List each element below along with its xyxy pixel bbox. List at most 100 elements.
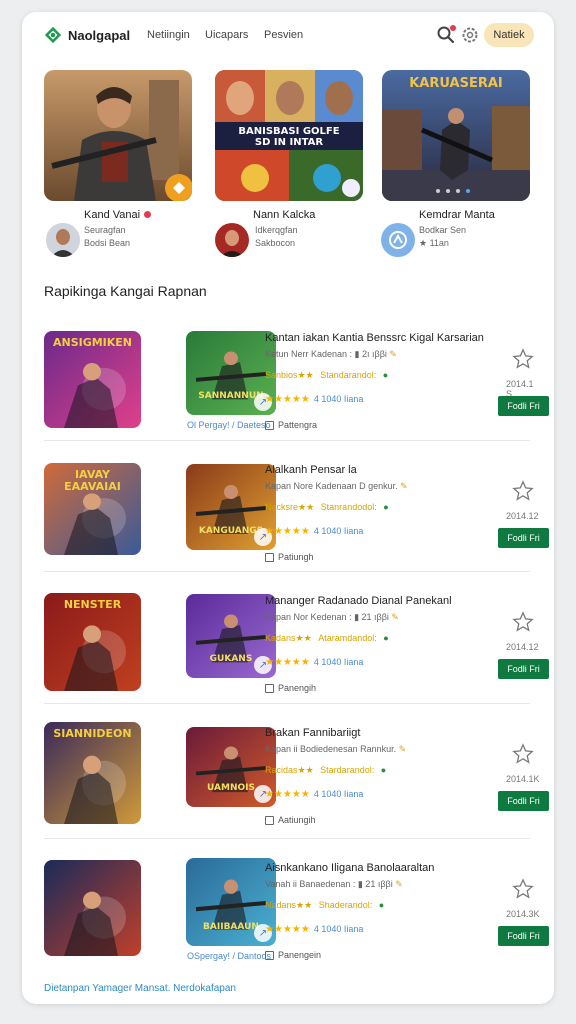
app-meta-text: Kapan Nore Kadenaan D genkur. — [265, 481, 398, 491]
nav-item-1[interactable]: Netiingin — [147, 29, 190, 41]
app-tag-type: Ataramdandol: — [318, 633, 377, 643]
app-row: NENSTER GUKANS ↗ Mananger Radanado Diana… — [44, 579, 549, 709]
featured-card-2-image[interactable]: BANISBASI GOLFE SD IN INTAR — [215, 70, 363, 201]
app-rating: ★★★★★ 4 1040 Iiana — [265, 789, 363, 800]
globe-icon: ● — [383, 502, 389, 512]
app-icon-large[interactable]: IAVAY EAAVAIAI — [44, 463, 141, 555]
globe-icon: ● — [383, 633, 389, 643]
app-title[interactable]: Aisnkankano Iligana Banolaaraltan — [265, 862, 434, 874]
featured-2-meta: Idkerqgfan Sakbocon — [255, 224, 298, 250]
row-divider — [44, 571, 530, 572]
app-tag-category: Kadans★★ — [265, 633, 312, 643]
app-meta-text: Ketun Nerr Kadenan : ▮ 2ı ıββi — [265, 349, 387, 359]
app-tag-type: Standarandol: — [320, 370, 377, 380]
app-title[interactable]: Brakan Fannibariigt — [265, 727, 360, 739]
get-button[interactable]: Fodli Fri — [498, 926, 549, 946]
app-title[interactable]: Alalkanh Pensar la — [265, 464, 357, 476]
favorite-star-icon[interactable] — [512, 480, 534, 502]
rating-count: 4 1040 Iiana — [313, 924, 364, 934]
favorite-star-icon[interactable] — [512, 743, 534, 765]
brand-name: Naolgapal — [68, 27, 131, 43]
featured-card-3-image[interactable]: KARUASERAI — [382, 70, 530, 201]
app-icon-large[interactable] — [44, 860, 141, 956]
featured-1-artwork — [44, 70, 192, 201]
row-divider — [44, 440, 530, 441]
get-button[interactable]: Fodli Fri — [498, 659, 549, 679]
search-button[interactable] — [436, 25, 456, 45]
favorite-star-icon[interactable] — [512, 348, 534, 370]
app-tag-category: Nacksre★★ — [265, 502, 315, 512]
app-tags: Kadans★★ Ataramdandol: ● — [265, 633, 389, 644]
app-tags: Nadans★★ Shaderandol: ● — [265, 900, 384, 911]
favorite-star-icon[interactable] — [512, 611, 534, 633]
notification-dot — [450, 25, 456, 31]
featured-1-meta: Seuragfan Bodsi Bean — [84, 224, 130, 250]
account-pill-button[interactable]: Natiek — [484, 23, 534, 47]
app-tag-category: Nadans★★ — [265, 900, 313, 910]
get-button[interactable]: Fodli Fri — [498, 791, 549, 811]
app-meta-text: Kapan ii Bodiedenesan Rannkur. — [265, 744, 397, 754]
row-divider — [44, 838, 530, 839]
get-button[interactable]: Fodli Fri — [498, 396, 549, 416]
app-icon-large[interactable]: NENSTER — [44, 593, 141, 691]
app-icon-small[interactable]: GUKANS ↗ — [186, 594, 276, 678]
featured-3-title[interactable]: Kemdrar Manta — [419, 209, 495, 221]
developer-name: Pattengra — [278, 420, 318, 430]
app-artwork-1-title: IAVAY EAAVAIAI — [64, 468, 121, 493]
logo[interactable]: Naolgapal — [44, 26, 130, 44]
app-icon-large[interactable]: SIANNIDEON — [44, 722, 141, 824]
app-artwork-1-title: NENSTER — [63, 598, 122, 611]
app-tag-type: Stardarandol: — [320, 765, 375, 775]
featured-2-banner-text: BANISBASI GOLFE SD IN INTAR — [238, 126, 340, 148]
app-icon-small[interactable]: UAMNOIS ↗ — [186, 727, 276, 807]
app-icon-small[interactable]: KANGUANGS ↗ — [186, 464, 276, 550]
target-icon — [389, 231, 407, 249]
app-developer: Panengein — [265, 950, 321, 960]
get-button[interactable]: Fodli Fri — [498, 528, 549, 548]
top-bar: Naolgapal Netiingin Uicapars Pesvien Nat… — [22, 12, 554, 58]
developer-icon — [265, 950, 274, 960]
settings-button[interactable] — [460, 25, 480, 45]
app-row: ANSIGMIKEN SANNANNUN ↗ Ol Pergay! / Daet… — [44, 316, 549, 446]
rating-stars: ★★★★★ — [265, 789, 310, 800]
featured-1-avatar — [46, 223, 80, 257]
app-developer: Patiungh — [265, 552, 314, 562]
footer-link[interactable]: Dietanpan Yamager Mansat. Nerdokafapan — [44, 983, 236, 994]
app-store-card: Naolgapal Netiingin Uicapars Pesvien Nat… — [22, 12, 554, 1004]
app-developer: Aatiungih — [265, 815, 316, 825]
featured-2-title[interactable]: Nann Kalcka — [253, 209, 315, 221]
favorite-star-icon[interactable] — [512, 878, 534, 900]
featured-1-title[interactable]: Kand Vanai — [84, 209, 140, 221]
app-artwork-1-title: ANSIGMIKEN — [52, 336, 133, 349]
featured-2-sub1: Idkerqgfan — [255, 225, 298, 235]
rating-stars: ★★★★★ — [265, 657, 310, 668]
app-rating: ★★★★★ 4 1040 Iiana — [265, 924, 363, 935]
app-artwork-1 — [44, 860, 141, 956]
app-tags: Sanbios★★ Standarandol: ● — [265, 370, 388, 381]
app-icon-large[interactable]: ANSIGMIKEN — [44, 331, 141, 428]
developer-name: Panengein — [278, 950, 322, 960]
app-icon-small[interactable]: SANNANNUN ↗ — [186, 331, 276, 415]
app-meta: Kapan ii Bodiedenesan Rannkur. ✎ — [265, 744, 406, 755]
rating-count: 4 1040 Iiana — [313, 789, 364, 799]
app-rating: ★★★★★ 4 1040 Iiana — [265, 394, 363, 405]
app-developer: Panengih — [265, 683, 316, 693]
nav-item-2[interactable]: Uicapars — [205, 29, 248, 41]
featured-3-sub2: ★ 11an — [419, 238, 449, 248]
nav-item-3[interactable]: Pesvien — [264, 29, 303, 41]
featured-card-1-image[interactable] — [44, 70, 192, 201]
app-title[interactable]: Kantan iakan Kantia Benssrc Kigal Karsar… — [265, 332, 484, 344]
app-icon-small[interactable]: BAIIBAAUN ↗ — [186, 858, 276, 946]
app-title[interactable]: Mananger Radanado Dianal Panekanl — [265, 595, 452, 607]
app-tags: Racidas★★ Stardarandol: ● — [265, 765, 386, 776]
app-meta-text: Kapan Nor Kedenan : ▮ 21 ıββi — [265, 612, 389, 622]
featured-1-badge-dot — [144, 211, 151, 218]
featured-3-banner-text: KARUASERAI — [409, 76, 503, 91]
app-date: 2014.12 — [506, 511, 539, 521]
featured-1-sub1: Seuragfan — [84, 225, 126, 235]
app-row: SIANNIDEON UAMNOIS ↗ Brakan Fannibariigt… — [44, 711, 549, 841]
globe-icon: ● — [382, 370, 389, 380]
pencil-icon: ✎ — [400, 481, 408, 491]
developer-icon — [265, 420, 274, 430]
rating-count: 4 1040 Iiana — [313, 394, 364, 404]
